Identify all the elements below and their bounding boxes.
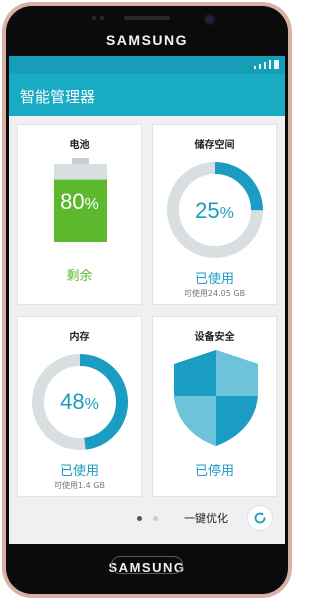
storage-card[interactable]: 储存空间 25% 已使用 可使用24.05 GB bbox=[152, 124, 277, 305]
security-status: 已停用 bbox=[194, 464, 234, 479]
screen: 智能管理器 电池 80% 剩余 储存空间 25% 已使用 可使用24.05 GB… bbox=[9, 56, 285, 544]
battery-card[interactable]: 电池 80% 剩余 bbox=[17, 124, 142, 305]
memory-card[interactable]: 内存 48% 已使用 可使用1.4 GB bbox=[17, 316, 142, 497]
battery-terminal bbox=[72, 158, 89, 164]
status-bar bbox=[9, 56, 285, 74]
bottom-bar: 一键优化 bbox=[9, 496, 285, 544]
security-card[interactable]: 设备安全 已停用 bbox=[152, 316, 277, 497]
battery-percent: 80% bbox=[18, 189, 141, 215]
refresh-icon bbox=[254, 512, 266, 524]
battery-percent-unit: % bbox=[84, 196, 99, 213]
shield-quadrant-bottom-left bbox=[174, 392, 216, 446]
memory-percent-unit: % bbox=[84, 396, 99, 413]
shield-icon bbox=[174, 350, 258, 446]
home-button[interactable] bbox=[111, 556, 183, 574]
page-indicator-dot[interactable] bbox=[137, 516, 142, 521]
battery-status-icon bbox=[274, 60, 279, 69]
light-sensor bbox=[100, 16, 104, 20]
memory-card-title: 内存 bbox=[69, 332, 90, 343]
storage-available: 可使用24.05 GB bbox=[183, 289, 246, 298]
signal-bar-icon bbox=[254, 66, 256, 69]
memory-status: 已使用 bbox=[59, 464, 99, 479]
storage-card-title: 储存空间 bbox=[194, 140, 235, 151]
front-camera bbox=[205, 15, 214, 24]
proximity-sensor bbox=[92, 16, 96, 20]
shield-quadrant-top-right bbox=[216, 350, 258, 396]
page-title: 智能管理器 bbox=[20, 88, 96, 106]
signal-bar-icon bbox=[259, 64, 261, 69]
storage-percent: 25% bbox=[153, 198, 276, 224]
app-bar: 智能管理器 bbox=[9, 74, 285, 116]
optimize-button[interactable] bbox=[247, 505, 273, 531]
earpiece-speaker bbox=[124, 16, 170, 20]
battery-percent-number: 80 bbox=[60, 189, 85, 214]
signal-bar-icon bbox=[264, 62, 266, 69]
storage-percent-number: 25 bbox=[195, 198, 220, 223]
battery-card-title: 电池 bbox=[69, 140, 90, 151]
security-card-title: 设备安全 bbox=[194, 332, 235, 343]
status-icons bbox=[254, 60, 279, 69]
signal-bar-icon bbox=[269, 60, 271, 69]
storage-status: 已使用 bbox=[194, 272, 234, 287]
memory-percent-number: 48 bbox=[60, 389, 85, 414]
storage-percent-unit: % bbox=[219, 205, 234, 222]
brand-logo-top: SAMSUNG bbox=[105, 32, 189, 48]
memory-percent: 48% bbox=[18, 389, 141, 415]
battery-status: 剩余 bbox=[66, 269, 93, 284]
memory-available: 可使用1.4 GB bbox=[54, 481, 105, 490]
optimize-label[interactable]: 一键优化 bbox=[184, 510, 228, 526]
phone: SAMSUNG 智能管理器 电池 80% 剩余 储存空间 25% 已使用 可使用… bbox=[0, 0, 294, 600]
page-indicator-dot[interactable] bbox=[153, 516, 158, 521]
